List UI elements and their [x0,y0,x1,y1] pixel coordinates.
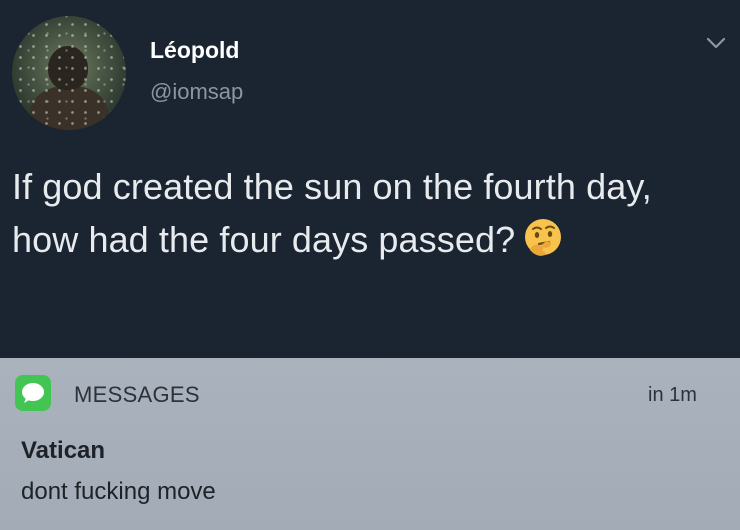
author-handle[interactable]: @iomsap [150,79,243,105]
tweet-text: If god created the sun on the fourth day… [12,160,727,266]
author-name[interactable]: Léopold [150,37,239,64]
chevron-down-icon[interactable] [705,35,727,51]
tweet-card: Léopold @iomsap If god created the sun o… [0,0,740,358]
speech-bubble-icon [22,383,44,403]
avatar-bubbles [12,16,126,130]
notification-app-name: MESSAGES [74,382,200,407]
notification-sender: Vatican [21,437,106,464]
avatar[interactable] [12,16,126,130]
messages-app-icon [15,375,51,411]
notification-time: in 1m [648,384,697,406]
notification-message: dont fucking move [21,478,216,505]
thinking-face-emoji-icon [525,219,562,256]
